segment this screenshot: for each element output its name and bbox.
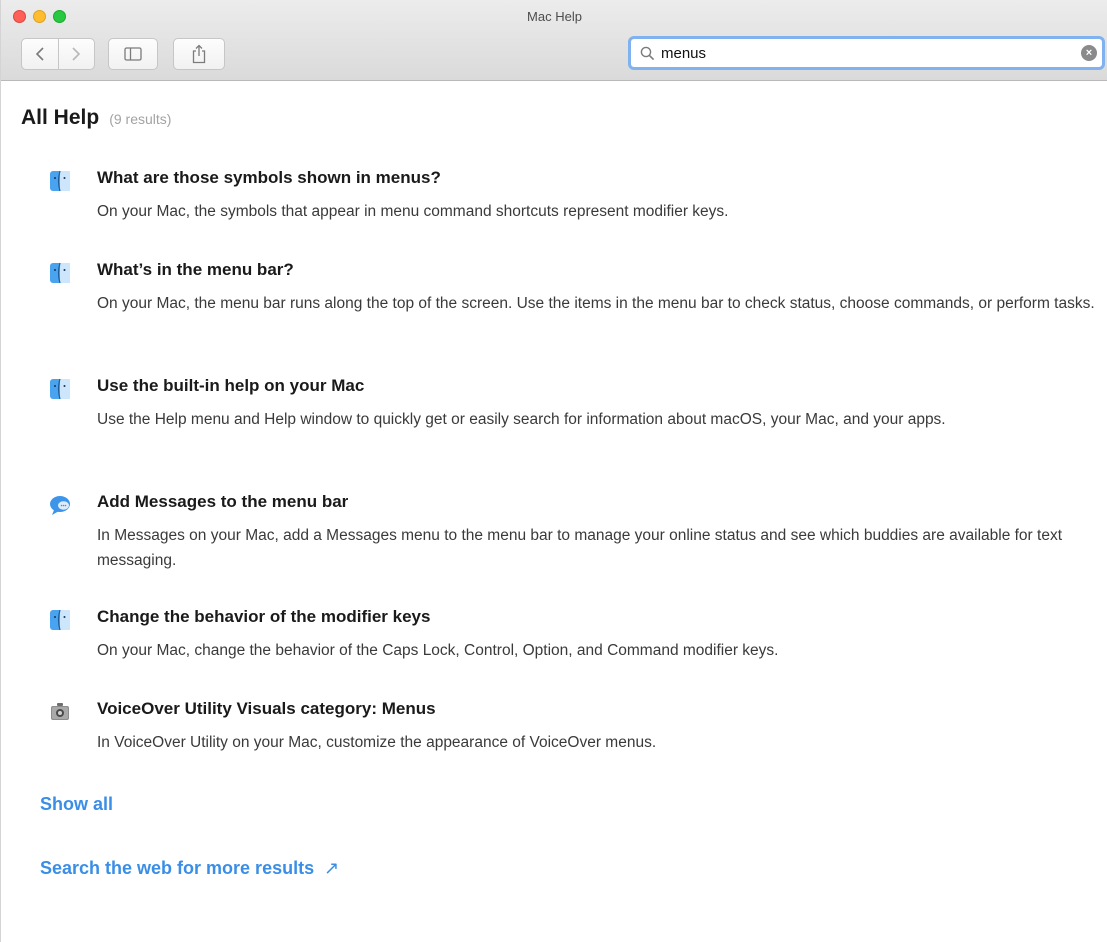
results-count: (9 results) — [109, 111, 172, 127]
result-description: On your Mac, the symbols that appear in … — [97, 203, 729, 220]
results-title: All Help — [21, 106, 100, 129]
search-web-link[interactable]: Search the web for more results ↗ — [40, 858, 339, 879]
forward-button[interactable] — [57, 39, 95, 69]
search-field[interactable]: × — [628, 36, 1105, 70]
clear-circle-icon[interactable]: × — [1081, 45, 1097, 61]
result-description: Use the Help menu and Help window to qui… — [97, 411, 946, 428]
sidebar-icon — [124, 47, 142, 61]
arrow-up-right-icon: ↗ — [324, 858, 340, 878]
toolbar: Mac Help × — [1, 0, 1107, 81]
finder-icon — [50, 262, 70, 284]
results-content: All Help (9 results) What are those symb… — [1, 81, 1107, 942]
result-title[interactable]: What’s in the menu bar? — [97, 260, 294, 280]
chevron-right-icon — [72, 47, 81, 61]
result-description: In Messages on your Mac, add a Messages … — [97, 527, 1063, 569]
result-title[interactable]: Use the built-in help on your Mac — [97, 376, 364, 396]
result-title[interactable]: VoiceOver Utility Visuals category: Menu… — [97, 699, 436, 719]
show-all-link[interactable]: Show all — [40, 794, 113, 815]
finder-icon — [50, 170, 70, 192]
result-description: On your Mac, the menu bar runs along the… — [97, 295, 1095, 312]
navigation-buttons — [21, 38, 95, 70]
result-description: In VoiceOver Utility on your Mac, custom… — [97, 734, 657, 751]
finder-icon — [50, 378, 70, 400]
messages-icon — [50, 496, 70, 515]
voiceover-utility-icon — [51, 703, 69, 720]
magnifying-glass-icon — [640, 46, 655, 61]
sidebar-toggle-button[interactable] — [108, 38, 158, 70]
show-all-label: Show all — [40, 794, 114, 814]
result-title[interactable]: What are those symbols shown in menus? — [97, 168, 441, 188]
back-button[interactable] — [22, 39, 58, 69]
result-description: On your Mac, change the behavior of the … — [97, 642, 779, 659]
chevron-left-icon — [35, 47, 44, 61]
share-icon — [192, 44, 206, 64]
results-header: All Help (9 results) — [21, 106, 171, 130]
search-input[interactable] — [661, 44, 1071, 62]
result-title[interactable]: Change the behavior of the modifier keys — [97, 607, 430, 627]
finder-icon — [50, 609, 70, 631]
share-button[interactable] — [173, 38, 225, 70]
help-window: Mac Help × All Help (9 results) — [0, 0, 1107, 942]
result-title[interactable]: Add Messages to the menu bar — [97, 492, 348, 512]
window-title: Mac Help — [527, 9, 582, 24]
search-web-label: Search the web for more results — [40, 858, 315, 878]
